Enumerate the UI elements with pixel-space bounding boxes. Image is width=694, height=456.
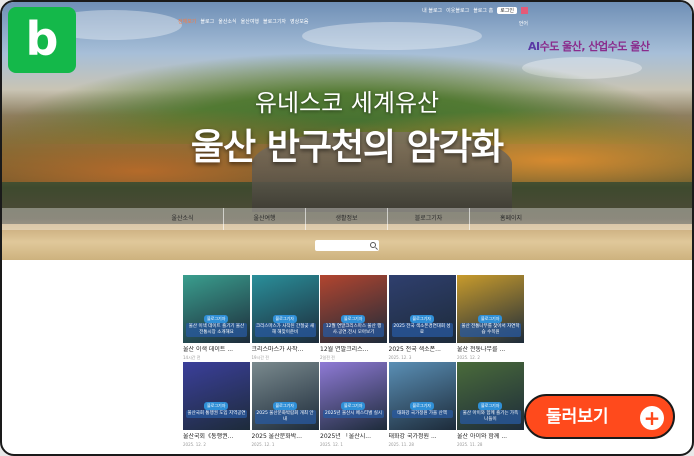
post-thumbnail-caption: 울산 아이와 함께 즐기는 가족 나들이 xyxy=(460,410,521,424)
post-thumbnail-caption: 2025 전국 색소폰경연대회 성료 xyxy=(391,323,453,337)
top-menu-item[interactable]: 울산여행 xyxy=(241,18,259,30)
post-title[interactable]: 크리스마스가 사작... xyxy=(252,346,319,354)
post-category-badge: 블로그기자 xyxy=(272,402,297,410)
post-thumbnail-caption: 울산국회 통행권 도입 지역공연 xyxy=(186,410,247,418)
main-navigation: 울산소식 울산여행 생활정보 블로그기자 홈페이지 xyxy=(2,208,692,230)
post-category-badge: 블로그기자 xyxy=(409,402,434,410)
notification-icon[interactable] xyxy=(521,7,528,14)
post-thumbnail[interactable]: 블로그기자 크리스마스가 사작된 간절곶 새해 해맞이준비 xyxy=(251,275,319,343)
post-thumbnail[interactable]: 블로그기자 태화강 국가정원 가을 산책 xyxy=(388,362,456,430)
post-date: 19시간 전 xyxy=(251,355,269,360)
blog-home-link[interactable]: 블로그 홈 xyxy=(473,7,493,14)
plus-icon: + xyxy=(640,406,664,430)
my-blog-link[interactable]: 내 블로그 xyxy=(422,7,442,14)
post-date: 2025. 11. 28 xyxy=(457,442,483,447)
slogan-prefix: AI xyxy=(528,40,540,53)
post-thumbnail[interactable]: 블로그기자 울산국회 통행권 도입 지역공연 xyxy=(183,362,250,430)
post-category-badge: 블로그기자 xyxy=(478,315,503,323)
top-menu-item[interactable]: 블로그 xyxy=(200,18,214,30)
top-menu-item[interactable]: 울산소식 xyxy=(218,18,236,30)
post-title[interactable]: 태화강 국가정원 ... xyxy=(389,433,456,441)
nav-item-homepage[interactable]: 홈페이지 xyxy=(470,208,552,230)
post-category-badge: 블로그기자 xyxy=(341,315,366,323)
post-thumbnail-caption: 울산 전통나무를 찾아서 자연학습 수목원 xyxy=(460,323,521,337)
search-icon[interactable] xyxy=(370,242,376,248)
post-thumbnail-caption: 2025년 울산시 페스티벌 실시 xyxy=(323,410,384,418)
post-thumbnail[interactable]: 블로그기자 울산 아이와 함께 즐기는 가족 나들이 xyxy=(457,362,524,430)
top-menu-item[interactable]: 블로그기자 xyxy=(263,18,286,30)
post-thumbnail-caption: 12월 연말크리스마스 울산 행사.공연.전시 모아보기 xyxy=(323,323,384,337)
city-slogan: AI수도 울산, 산업수도 울산 xyxy=(528,40,650,54)
top-menu-item[interactable]: 전체보기 xyxy=(178,18,196,30)
page-frame: 내 블로그 이웃블로그 블로그 홈 로그인 언어 전체보기 블로그 울산소식 울… xyxy=(0,0,694,456)
post-thumbnail-caption: 태화강 국가정원 가을 산책 xyxy=(391,410,453,418)
neighbor-blog-link[interactable]: 이웃블로그 xyxy=(446,7,469,14)
post-category-badge: 블로그기자 xyxy=(478,402,503,410)
post-thumbnail[interactable]: 블로그기자 12월 연말크리스마스 울산 행사.공연.전시 모아보기 xyxy=(320,275,387,343)
post-date: 2025. 11. 28 xyxy=(388,442,414,447)
post-title[interactable]: 울산국회《통행권... xyxy=(183,433,250,441)
post-category-badge: 블로그기자 xyxy=(204,402,229,410)
post-title[interactable]: 울산 이색 데이트 ... xyxy=(183,346,250,354)
post-thumbnail-caption: 크리스마스가 사작된 간절곶 새해 해맞이준비 xyxy=(254,323,316,337)
post-title[interactable]: 울산 전통나무를 ... xyxy=(457,346,524,354)
post-category-badge: 블로그기자 xyxy=(341,402,366,410)
utility-links: 내 블로그 이웃블로그 블로그 홈 로그인 xyxy=(422,7,528,14)
post-category-badge: 블로그기자 xyxy=(272,315,297,323)
post-title[interactable]: 울산 아이와 함께 ... xyxy=(457,433,524,441)
post-category-badge: 블로그기자 xyxy=(409,315,434,323)
top-menu: 전체보기 블로그 울산소식 울산여행 블로그기자 영상모음 xyxy=(178,18,308,30)
hero-banner: 내 블로그 이웃블로그 블로그 홈 로그인 언어 전체보기 블로그 울산소식 울… xyxy=(2,2,692,260)
post-thumbnail-caption: 울산 이색 데이트 즐기기 울산 전통시장 소개해요 xyxy=(186,323,247,337)
post-thumbnail[interactable]: 블로그기자 울산 전통나무를 찾아서 자연학습 수목원 xyxy=(457,275,524,343)
hero-subtitle: 유네스코 세계유산 xyxy=(254,89,440,117)
hero-title: 울산 반구천의 암각화 xyxy=(190,127,504,168)
post-date: 2025. 12. 1 xyxy=(251,442,275,447)
post-title[interactable]: 12월 연말크리스... xyxy=(320,346,387,354)
post-title[interactable]: 2025년 「울산시... xyxy=(320,433,387,441)
login-button[interactable]: 로그인 xyxy=(497,7,517,14)
browse-more-button[interactable]: 둘러보기 + xyxy=(524,394,675,439)
post-category-badge: 블로그기자 xyxy=(204,315,229,323)
nav-item-reporters[interactable]: 블로그기자 xyxy=(388,208,470,230)
post-thumbnail[interactable]: 블로그기자 2025년 울산시 페스티벌 실시 xyxy=(320,362,387,430)
language-selector[interactable]: 언어 xyxy=(519,20,528,27)
browse-more-label: 둘러보기 xyxy=(546,407,609,427)
top-menu-item[interactable]: 영상모음 xyxy=(290,18,308,30)
post-title[interactable]: 2025 전국 색소폰... xyxy=(389,346,456,354)
post-date: 14시간 전 xyxy=(183,355,201,360)
nav-item-travel[interactable]: 울산여행 xyxy=(224,208,306,230)
post-date: 2025. 12. 1 xyxy=(320,442,343,447)
nav-item-life[interactable]: 생활정보 xyxy=(306,208,388,230)
slogan-text: 수도 울산, 산업수도 울산 xyxy=(539,40,650,53)
post-date: 2025. 12. 2 xyxy=(183,442,206,447)
nav-item-news[interactable]: 울산소식 xyxy=(142,208,224,230)
post-date: 2일전 전 xyxy=(320,355,335,360)
post-date: 2025. 12. 2 xyxy=(457,355,480,360)
search-input[interactable] xyxy=(315,240,379,251)
post-title[interactable]: 2025 울산문화박... xyxy=(252,433,319,441)
blog-logo-badge: b xyxy=(8,7,76,73)
post-thumbnail-caption: 2025 울산문화박람회 개최 안내 xyxy=(254,410,316,424)
post-date: 2025. 12. 3 xyxy=(388,355,412,360)
post-thumbnail[interactable]: 블로그기자 2025 울산문화박람회 개최 안내 xyxy=(251,362,319,430)
post-thumbnail[interactable]: 블로그기자 울산 이색 데이트 즐기기 울산 전통시장 소개해요 xyxy=(183,275,250,343)
post-thumbnail[interactable]: 블로그기자 2025 전국 색소폰경연대회 성료 xyxy=(388,275,456,343)
